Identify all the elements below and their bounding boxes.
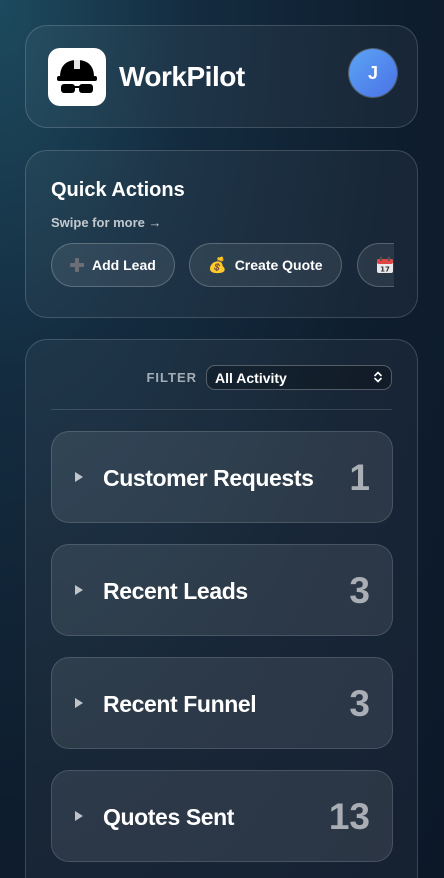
- avatar-initial: J: [367, 62, 378, 83]
- create-quote-label: Create Quote: [234, 257, 323, 273]
- section-recent-leads[interactable]: Recent Leads 3: [51, 544, 393, 636]
- user-avatar[interactable]: J: [349, 49, 397, 97]
- add-lead-label: Add Lead: [92, 257, 156, 273]
- add-lead-button[interactable]: Add Lead: [51, 243, 175, 287]
- section-customer-requests[interactable]: Customer Requests 1: [51, 431, 393, 523]
- app-title: WorkPilot: [119, 61, 245, 92]
- quick-actions-title: Quick Actions: [51, 179, 185, 201]
- filter-label: FILTER: [146, 370, 197, 385]
- calendar-icon: 17: [376, 256, 394, 274]
- activity-filter-select[interactable]: All Activity: [206, 365, 392, 390]
- quick-actions-scroller[interactable]: Add Lead 💰 Create Quote 17: [51, 243, 394, 289]
- schedule-button[interactable]: 17: [357, 243, 394, 287]
- app-header: WorkPilot J: [25, 25, 418, 128]
- activity-panel: FILTER All Activity Customer Requests 1 …: [25, 339, 418, 878]
- section-count: 13: [328, 796, 370, 837]
- app-logo-icon: [48, 48, 106, 106]
- section-count: 1: [349, 457, 370, 498]
- select-chevrons-icon: [373, 370, 383, 386]
- create-quote-button[interactable]: 💰 Create Quote: [189, 243, 342, 287]
- section-count: 3: [349, 683, 370, 724]
- expand-arrow-icon: [75, 811, 83, 821]
- svg-text:17: 17: [380, 266, 390, 274]
- section-quotes-sent[interactable]: Quotes Sent 13: [51, 770, 393, 862]
- expand-arrow-icon: [75, 585, 83, 595]
- expand-arrow-icon: [75, 698, 83, 708]
- filter-divider: [51, 409, 392, 410]
- expand-arrow-icon: [75, 472, 83, 482]
- quick-actions-panel: Quick Actions Swipe for more → Add Lead …: [25, 150, 418, 318]
- section-recent-funnel[interactable]: Recent Funnel 3: [51, 657, 393, 749]
- plus-icon: [70, 258, 84, 272]
- filter-selected-value: All Activity: [215, 369, 287, 386]
- section-title: Quotes Sent: [103, 804, 235, 830]
- money-bag-icon: 💰: [208, 257, 227, 274]
- filter-row: FILTER All Activity: [146, 365, 392, 390]
- swipe-hint: Swipe for more →: [51, 215, 162, 230]
- section-title: Customer Requests: [103, 465, 314, 491]
- section-title: Recent Funnel: [103, 691, 257, 717]
- section-title: Recent Leads: [103, 578, 248, 604]
- section-count: 3: [349, 570, 370, 611]
